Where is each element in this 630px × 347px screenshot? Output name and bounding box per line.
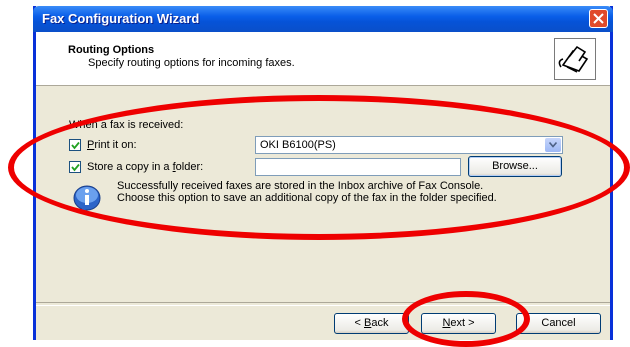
back-button[interactable]: < Back [334, 313, 409, 334]
checkmark-icon [71, 141, 80, 150]
fax-icon [554, 38, 596, 80]
received-prompt: When a fax is received: [69, 119, 184, 131]
checkmark-icon [71, 163, 80, 172]
wizard-window: Fax Configuration Wizard Routing Options… [33, 6, 613, 340]
info-line-1: Successfully received faxes are stored i… [117, 180, 484, 192]
info-line-2: Choose this option to save an additional… [117, 192, 497, 204]
window-title: Fax Configuration Wizard [42, 11, 200, 26]
header-subtitle: Specify routing options for incoming fax… [88, 57, 295, 69]
printer-select[interactable]: OKI B6100(PS) [255, 136, 563, 154]
dropdown-button[interactable] [545, 138, 561, 152]
print-label: Print it on: [87, 139, 137, 151]
printer-value: OKI B6100(PS) [260, 139, 336, 151]
info-text: Successfully received faxes are stored i… [117, 180, 577, 204]
browse-button[interactable]: Browse... [468, 156, 562, 177]
chevron-down-icon [549, 142, 557, 148]
close-icon [593, 13, 604, 24]
title-bar: Fax Configuration Wizard [33, 6, 613, 32]
info-icon [72, 182, 102, 215]
header-title: Routing Options [68, 44, 155, 56]
store-label: Store a copy in a folder: [87, 161, 204, 173]
next-button[interactable]: Next > [421, 313, 496, 334]
footer-separator [36, 302, 610, 306]
store-checkbox[interactable] [69, 161, 81, 173]
print-checkbox[interactable] [69, 139, 81, 151]
cancel-button[interactable]: Cancel [516, 313, 601, 334]
folder-input[interactable] [255, 158, 461, 176]
close-button[interactable] [589, 9, 608, 28]
wizard-header: Routing Options Specify routing options … [36, 32, 610, 86]
